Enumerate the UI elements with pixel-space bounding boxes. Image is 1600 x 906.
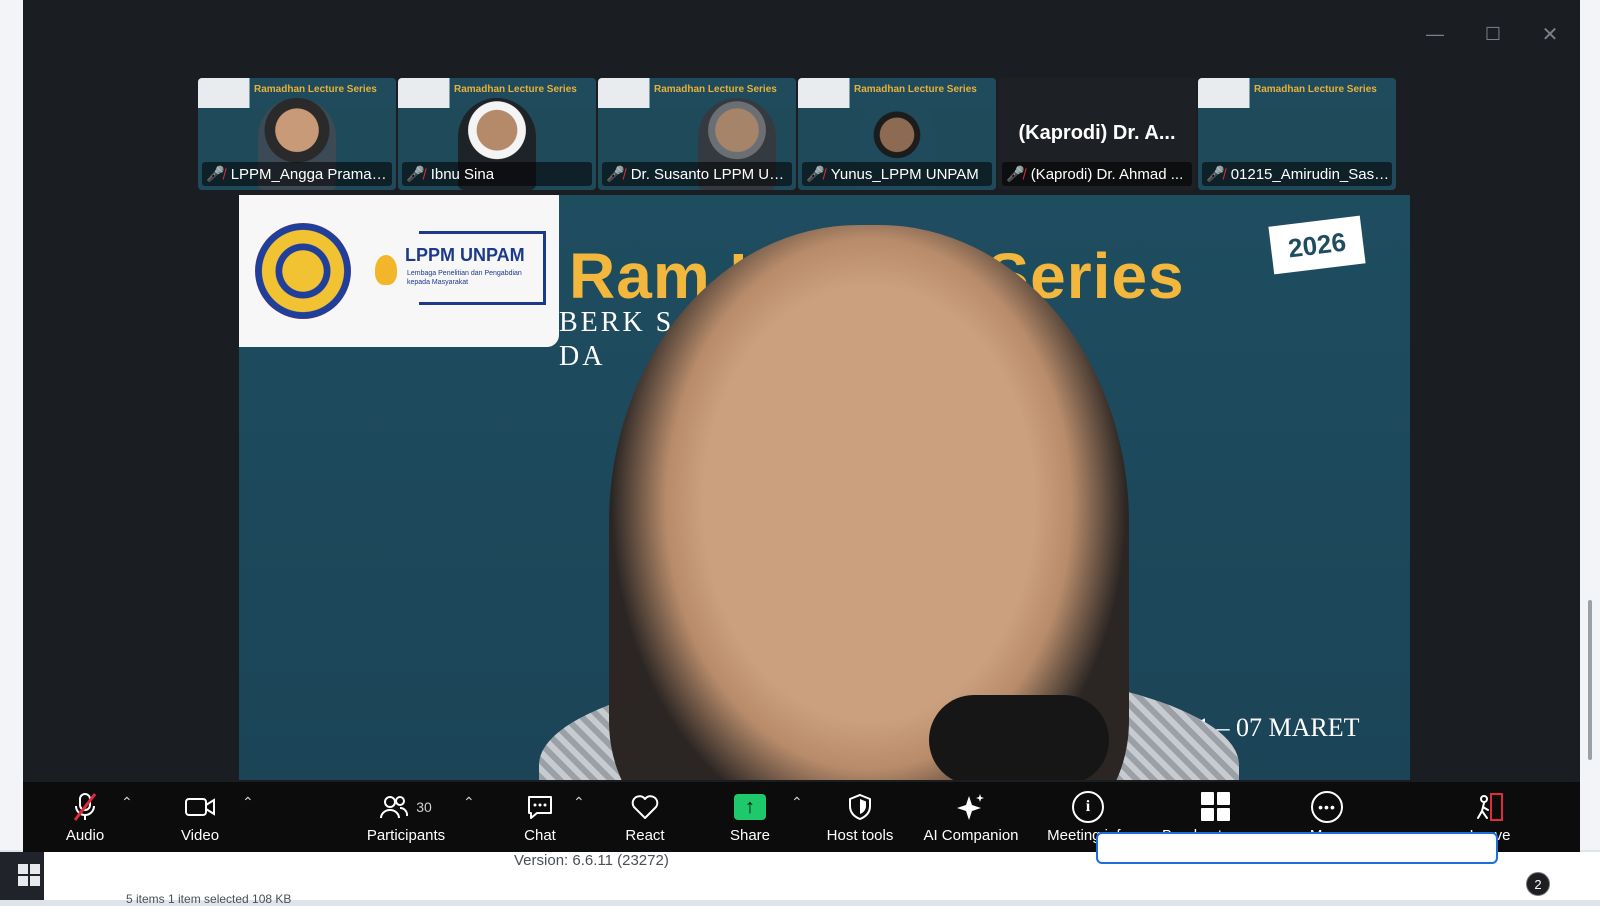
participants-icon: 30 xyxy=(380,791,432,823)
logo-card: LPPM UNPAM Lembaga Penelitian dan Pengab… xyxy=(239,195,559,347)
video-button[interactable]: Video xyxy=(168,782,232,852)
leave-door-icon xyxy=(1475,791,1505,823)
windows-start-icon[interactable] xyxy=(18,864,40,886)
muted-mic-icon: 🎤̸ xyxy=(406,166,425,183)
chat-button[interactable]: Chat xyxy=(508,782,572,852)
muted-mic-icon: 🎤̸ xyxy=(1006,166,1025,183)
participant-label: 🎤̸ Yunus_LPPM UNPAM xyxy=(802,162,992,186)
share-options-chevron-icon[interactable]: ⌃ xyxy=(791,794,803,811)
participant-label: 🎤̸ (Kaprodi) Dr. Ahmad ... xyxy=(1002,162,1192,186)
muted-mic-icon: 🎤̸ xyxy=(806,166,825,183)
slide-banner: Ramadhan Lecture Series xyxy=(1198,78,1396,108)
windows-taskbar: Version: 6.6.11 (23272) 5 items 1 item s… xyxy=(0,832,1600,906)
version-text: Version: 6.6.11 (23272) xyxy=(514,852,669,869)
banner-title: Ramadhan Lecture Series xyxy=(854,84,977,95)
participants-button[interactable]: 30 Participants xyxy=(356,782,456,852)
participant-name: Ibnu Sina xyxy=(430,165,495,183)
notification-badge[interactable]: 2 xyxy=(1526,872,1550,896)
participant-tile[interactable]: Ramadhan Lecture Series 🎤̸ LPPM_Angga Pra… xyxy=(198,78,396,190)
year-badge: 2026 xyxy=(1268,215,1366,275)
muted-microphone-icon xyxy=(71,791,99,823)
banner-title: Ramadhan Lecture Series xyxy=(254,84,377,95)
chat-bubble-icon xyxy=(525,791,555,823)
shield-icon xyxy=(848,791,872,823)
chat-options-chevron-icon[interactable]: ⌃ xyxy=(573,794,585,811)
background-desktop-right xyxy=(1580,0,1600,850)
muted-mic-icon: 🎤̸ xyxy=(206,166,225,183)
muted-mic-icon: 🎤̸ xyxy=(1206,166,1225,183)
active-speaker-video: Ram Lecture Series 2026 BERK SAH KETAJAM… xyxy=(239,195,1410,780)
video-camera-icon xyxy=(184,791,216,823)
participant-tile-video-off[interactable]: (Kaprodi) Dr. A... 🎤̸ (Kaprodi) Dr. Ahmad… xyxy=(998,78,1196,190)
share-screen-icon: ↑ xyxy=(734,791,766,823)
participant-label: 🎤̸ Ibnu Sina xyxy=(402,162,592,186)
video-label: Video xyxy=(180,826,220,844)
slide-subline-2: DA xyxy=(559,341,606,372)
participant-label: 🎤̸ LPPM_Angga Pramadj... xyxy=(202,162,392,186)
participants-count: 30 xyxy=(416,798,432,815)
muted-mic-icon: 🎤̸ xyxy=(606,166,625,183)
video-options-chevron-icon[interactable]: ⌃ xyxy=(242,794,254,811)
sparkle-icon xyxy=(956,791,986,823)
info-icon: i xyxy=(1072,790,1104,823)
host-tools-button[interactable]: Host tools xyxy=(818,782,902,852)
zoom-meeting-window: — ☐ ✕ Ramadhan Lecture Series 🎤̸ LPPM_Ang… xyxy=(23,0,1580,852)
participants-label: Participants xyxy=(366,826,446,844)
participant-tile[interactable]: Ramadhan Lecture Series 🎤̸ Dr. Susanto LP… xyxy=(598,78,796,190)
participant-display-name: (Kaprodi) Dr. A... xyxy=(1018,122,1176,144)
audio-label: Audio xyxy=(65,826,105,844)
participant-name: Dr. Susanto LPPM Unp... xyxy=(630,165,792,183)
participants-options-chevron-icon[interactable]: ⌃ xyxy=(463,794,475,811)
react-label: React xyxy=(625,826,665,844)
participant-tile[interactable]: Ramadhan Lecture Series 🎤̸ Ibnu Sina xyxy=(398,78,596,190)
logo-text: LPPM UNPAM xyxy=(405,245,525,265)
participant-thumbnail-strip: Ramadhan Lecture Series 🎤̸ LPPM_Angga Pra… xyxy=(198,78,1396,190)
minimize-button[interactable]: — xyxy=(1415,22,1455,46)
share-label: Share xyxy=(729,826,771,844)
ai-companion-label: AI Companion xyxy=(923,826,1019,844)
participant-name: LPPM_Angga Pramadj... xyxy=(230,165,392,183)
audio-options-chevron-icon[interactable]: ⌃ xyxy=(121,794,133,811)
participant-tile[interactable]: Ramadhan Lecture Series 🎤̸ 01215_Amirudin… xyxy=(1198,78,1396,190)
breakout-rooms-grid-icon xyxy=(1200,791,1230,823)
lightbulb-icon xyxy=(375,255,397,285)
react-button[interactable]: React xyxy=(613,782,677,852)
slide-banner: Ramadhan Lecture Series xyxy=(598,78,796,108)
background-scrollbar[interactable] xyxy=(1588,600,1592,760)
logo-frame xyxy=(419,231,546,305)
microphone-prop xyxy=(929,695,1109,780)
explorer-status-bar: 5 items 1 item selected 108 KB xyxy=(126,892,292,906)
audio-button[interactable]: Audio xyxy=(53,782,117,852)
more-dots-icon: ••• xyxy=(1311,790,1343,823)
close-button[interactable]: ✕ xyxy=(1530,22,1570,46)
participant-name: (Kaprodi) Dr. Ahmad ... xyxy=(1030,165,1184,183)
participant-name: Yunus_LPPM UNPAM xyxy=(830,165,979,183)
banner-title: Ramadhan Lecture Series xyxy=(654,84,777,95)
participant-name: 01215_Amirudin_Sastr... xyxy=(1230,165,1392,183)
host-tools-label: Host tools xyxy=(826,826,894,844)
participant-tile[interactable]: Ramadhan Lecture Series 🎤̸ Yunus_LPPM UNP… xyxy=(798,78,996,190)
banner-title: Ramadhan Lecture Series xyxy=(1254,84,1377,95)
background-desktop-left xyxy=(0,0,24,850)
participant-label: 🎤̸ Dr. Susanto LPPM Unp... xyxy=(602,162,792,186)
university-seal-logo xyxy=(255,223,351,319)
share-button[interactable]: ↑ Share xyxy=(718,782,782,852)
participant-label: 🎤̸ 01215_Amirudin_Sastr... xyxy=(1202,162,1392,186)
chat-label: Chat xyxy=(524,826,556,844)
heart-icon xyxy=(630,791,660,823)
banner-title: Ramadhan Lecture Series xyxy=(454,84,577,95)
logo-subtext: Lembaga Penelitian dan Pengabdian kepada… xyxy=(407,270,522,286)
maximize-button[interactable]: ☐ xyxy=(1473,22,1513,46)
background-search-box[interactable] xyxy=(1096,832,1498,864)
ai-companion-button[interactable]: AI Companion xyxy=(916,782,1026,852)
